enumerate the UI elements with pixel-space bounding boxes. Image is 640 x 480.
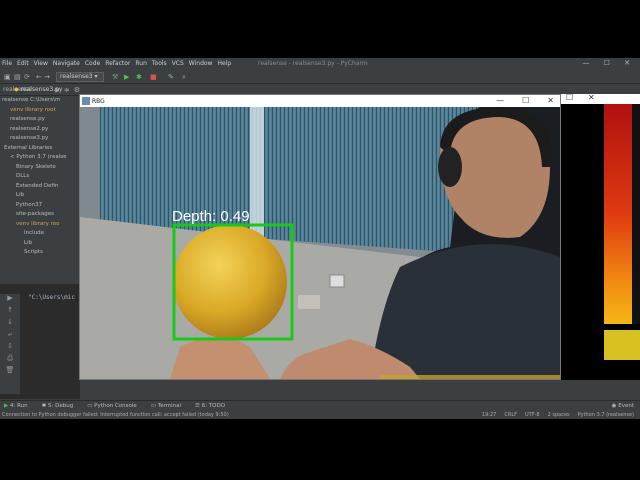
ide-window-title: realsense - realsense3.py - PyCharm — [258, 60, 368, 67]
python-file-icon: ◆ — [14, 86, 19, 93]
menu-refactor[interactable]: Refactor — [105, 60, 130, 70]
run-icon: ▶ — [4, 403, 9, 409]
forward-icon[interactable]: → — [44, 73, 50, 81]
tree-item[interactable]: Extended Defin — [2, 182, 80, 192]
run-icon[interactable]: ▶ — [124, 73, 129, 81]
menu-vcs[interactable]: VCS — [172, 60, 184, 70]
tree-item[interactable]: Python37 — [2, 201, 80, 211]
line-separator[interactable]: CRLF — [504, 412, 517, 418]
tree-item[interactable]: venv library root — [2, 106, 80, 116]
tab-todo[interactable]: ☰ 6: TODO — [195, 403, 225, 409]
build-icon[interactable]: ⚒ — [112, 73, 118, 81]
maximize-button[interactable]: ☐ — [522, 95, 529, 107]
menu-bar: File Edit View Navigate Code Refactor Ru… — [0, 60, 231, 70]
status-bar: Connection to Python debugger failed: In… — [0, 411, 640, 419]
menu-navigate[interactable]: Navigate — [53, 60, 80, 70]
screen-capture: realsense - realsense3.py - PyCharm — ☐ … — [0, 58, 640, 419]
status-message[interactable]: Connection to Python debugger failed: In… — [2, 412, 474, 418]
window-app-icon — [82, 97, 90, 105]
menu-code[interactable]: Code — [85, 60, 100, 70]
back-icon[interactable]: ← — [36, 73, 42, 81]
menu-edit[interactable]: Edit — [17, 60, 29, 70]
rbg-window: RBG — ☐ ✕ Depth: 0.49 — [79, 94, 561, 380]
tree-item[interactable]: Scripts — [2, 248, 80, 258]
menu-run[interactable]: Run — [135, 60, 147, 70]
tree-item[interactable]: site-packages — [2, 210, 80, 220]
menu-view[interactable]: View — [34, 60, 48, 70]
collapse-icon[interactable]: ≑ — [64, 86, 70, 94]
tree-item[interactable]: Binary Skeleto — [2, 163, 80, 173]
stop-icon[interactable]: ■ — [150, 73, 157, 81]
tree-item[interactable]: DLLs — [2, 172, 80, 182]
rbg-window-title: RBG — [92, 97, 105, 105]
gear-icon[interactable]: ⚙ — [74, 86, 80, 94]
open-icon[interactable]: ▣ — [4, 73, 11, 81]
wrap-icon[interactable]: ⤶ — [0, 330, 20, 342]
camera-feed: Depth: 0.49 — [80, 107, 560, 379]
tree-item[interactable]: < Python 3.7 (realse — [2, 153, 80, 163]
tree-item[interactable]: Lib — [2, 239, 80, 249]
save-icon[interactable]: ▤ — [14, 73, 21, 81]
scroll-end-icon[interactable]: ⇩ — [0, 342, 20, 354]
depth-close-button[interactable]: ✕ — [588, 93, 595, 102]
tree-item[interactable]: realsense3.py — [2, 134, 80, 144]
ide-window-controls[interactable]: — ☐ ✕ — [582, 59, 636, 67]
console-line: "C:\Users\mic — [28, 294, 75, 301]
close-button[interactable]: ✕ — [547, 95, 554, 107]
print-icon[interactable]: ⎙ — [0, 354, 20, 366]
tree-item[interactable]: Lib — [2, 191, 80, 201]
run-config-select[interactable]: realsense3 ▾ — [56, 72, 104, 82]
menu-help[interactable]: Help — [217, 60, 231, 70]
depth-colormap — [560, 104, 640, 380]
tab-terminal[interactable]: ▭ Terminal — [151, 403, 181, 409]
depth-window-titlebar: ☐ ✕ — [560, 93, 640, 104]
depth-restore-button[interactable]: ☐ — [566, 93, 573, 102]
tree-item[interactable]: venv library roo — [2, 220, 80, 230]
tool-window-tabs: ▶ 4: Run ✱ 5: Debug ▭ Python Console ▭ T… — [0, 400, 640, 411]
file-encoding[interactable]: UTF-8 — [525, 412, 540, 418]
terminal-icon: ▭ — [150, 403, 157, 409]
rbg-titlebar: RBG — ☐ ✕ — [80, 95, 560, 107]
cursor-position[interactable]: 19:27 — [482, 412, 496, 418]
menu-window[interactable]: Window — [189, 60, 213, 70]
menu-tools[interactable]: Tools — [152, 60, 167, 70]
sync-icon[interactable]: ⟳ — [24, 73, 30, 81]
settings-icon[interactable]: ✎ — [168, 73, 174, 81]
project-panel: realsense ⊕ ≑ ⚙ realsense C:\Users\m ven… — [0, 84, 80, 304]
toolbar: ▣ ▤ ⟳ ← → realsense3 ▾ ⚒ ▶ ✱ ■ ✎ ⌕ — [0, 70, 640, 84]
orange-object — [173, 225, 287, 339]
tree-item[interactable]: realsense C:\Users\m — [2, 96, 80, 106]
editor-tab[interactable]: ◆ realsense3.py — [14, 86, 62, 93]
bug-icon: ✱ — [41, 403, 47, 409]
debug-icon[interactable]: ✱ — [136, 73, 142, 81]
tab-python-console[interactable]: ▭ Python Console — [87, 403, 137, 409]
minimize-button[interactable]: — — [496, 95, 504, 107]
rerun-icon[interactable]: ▶ — [0, 294, 20, 306]
up-icon[interactable]: ↑ — [0, 306, 20, 318]
event-log-button[interactable]: ◉ Event — [612, 403, 634, 409]
tab-debug[interactable]: ✱ 5: Debug — [42, 403, 74, 409]
tree-item[interactable]: realsense2.py — [2, 125, 80, 135]
todo-icon: ☰ — [195, 403, 200, 409]
tree-item[interactable]: External Libraries — [2, 144, 80, 154]
search-icon[interactable]: ⌕ — [182, 73, 186, 82]
depth-window: ☐ ✕ — [560, 93, 640, 380]
camera-image: Depth: 0.49 — [80, 107, 560, 379]
tab-run[interactable]: ▶ 4: Run — [4, 403, 28, 409]
indent-setting[interactable]: 2 spaces — [548, 412, 570, 418]
tree-item[interactable]: realsense.py — [2, 115, 80, 125]
depth-label: Depth: 0.49 — [172, 208, 250, 225]
trash-icon[interactable]: 🗑 — [0, 366, 20, 378]
event-icon: ◉ — [611, 403, 617, 409]
console-icon: ▭ — [87, 403, 93, 409]
tree-item[interactable]: Include — [2, 229, 80, 239]
interpreter-label[interactable]: Python 3.7 (realsense) — [578, 412, 634, 418]
menu-file[interactable]: File — [2, 60, 12, 70]
down-icon[interactable]: ↓ — [0, 318, 20, 330]
run-toolbar: ▶ ↑ ↓ ⤶ ⇩ ⎙ 🗑 — [0, 294, 20, 394]
